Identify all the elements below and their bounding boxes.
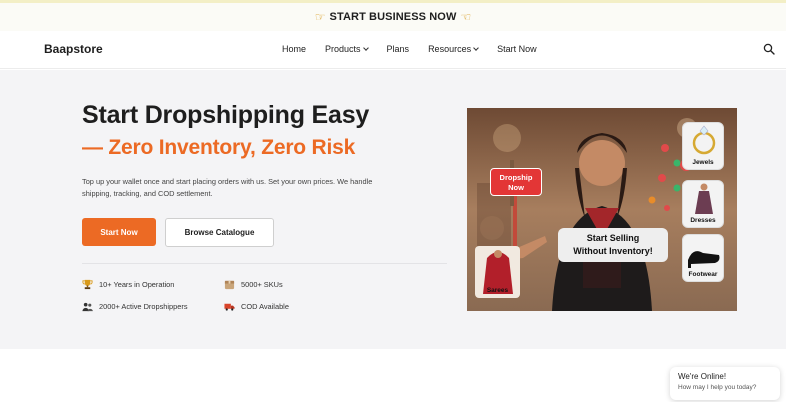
nav-item-plans[interactable]: Plans bbox=[387, 44, 410, 54]
nav-item-products[interactable]: Products bbox=[325, 44, 369, 54]
search-icon[interactable] bbox=[763, 43, 775, 55]
ring-icon bbox=[692, 125, 716, 155]
dropship-now-badge: Dropship Now bbox=[490, 168, 542, 196]
promo-banner[interactable]: Dropship Now Start Selling Without Invento… bbox=[467, 108, 737, 311]
nav-item-start-now[interactable]: Start Now bbox=[497, 44, 537, 54]
chat-widget[interactable]: We're Online! How may I help you today? bbox=[670, 367, 780, 400]
nav-item-label: Resources bbox=[428, 44, 472, 54]
stat-cod: COD Available bbox=[224, 301, 289, 312]
nav-item-label: Products bbox=[325, 44, 361, 54]
pointing-hand-icon: ☞ bbox=[314, 10, 326, 24]
main-nav: Baapstore Home Products Plans Resources … bbox=[0, 31, 786, 69]
stat-skus: 5000+ SKUs bbox=[224, 279, 283, 290]
nav-item-label: Plans bbox=[386, 44, 410, 54]
category-card-jewels[interactable]: Jewels bbox=[682, 122, 724, 170]
stat-text: 10+ Years in Operation bbox=[99, 280, 175, 289]
stat-dropshippers: 2000+ Active Dropshippers bbox=[82, 301, 188, 312]
browse-catalogue-button[interactable]: Browse Catalogue bbox=[165, 218, 274, 247]
chat-title: We're Online! bbox=[678, 372, 727, 381]
chevron-down-icon bbox=[473, 44, 479, 51]
hero-section: Start Dropshipping Easy — Zero Inventory… bbox=[0, 70, 786, 349]
nav-item-label: Start Now bbox=[497, 44, 537, 54]
announcement-text[interactable]: START BUSINESS NOW bbox=[330, 11, 457, 23]
hero-subtitle: — Zero Inventory, Zero Risk bbox=[82, 136, 356, 159]
start-now-button[interactable]: Start Now bbox=[82, 218, 156, 246]
box-icon bbox=[224, 280, 235, 290]
divider bbox=[82, 263, 447, 264]
category-label: Footwear bbox=[688, 271, 718, 278]
dress-icon bbox=[695, 183, 713, 214]
category-label: Jewels bbox=[692, 159, 714, 166]
announcement-bar[interactable]: ☞ START BUSINESS NOW ☜ bbox=[0, 0, 786, 31]
category-label-sarees[interactable]: Sarees bbox=[475, 287, 520, 294]
stat-text: 2000+ Active Dropshippers bbox=[99, 302, 188, 311]
nav-menu: Home Products Plans Resources Start Now bbox=[282, 44, 537, 54]
users-icon bbox=[82, 302, 93, 312]
promo-headline: Start Selling Without Inventory! bbox=[558, 228, 668, 262]
delivery-truck-icon bbox=[224, 303, 235, 311]
trophy-icon bbox=[82, 279, 93, 290]
chat-subtitle: How may I help you today? bbox=[678, 384, 757, 391]
nav-item-label: Home bbox=[282, 44, 307, 54]
stat-text: COD Available bbox=[241, 302, 289, 311]
stat-years: 10+ Years in Operation bbox=[82, 279, 174, 290]
pointing-hand-icon: ☜ bbox=[460, 10, 472, 24]
category-card-dresses[interactable]: Dresses bbox=[682, 180, 724, 228]
category-label: Dresses bbox=[690, 217, 716, 224]
chevron-down-icon bbox=[362, 44, 369, 51]
hero-title: Start Dropshipping Easy bbox=[82, 101, 370, 129]
brand-logo[interactable]: Baapstore bbox=[44, 42, 103, 56]
nav-item-home[interactable]: Home bbox=[282, 44, 306, 54]
stat-text: 5000+ SKUs bbox=[241, 280, 283, 289]
category-card-footwear[interactable]: Footwear bbox=[682, 234, 724, 282]
nav-item-resources[interactable]: Resources bbox=[428, 44, 479, 54]
hero-description: Top up your wallet once and start placin… bbox=[82, 177, 373, 198]
shoe-icon bbox=[688, 251, 720, 268]
